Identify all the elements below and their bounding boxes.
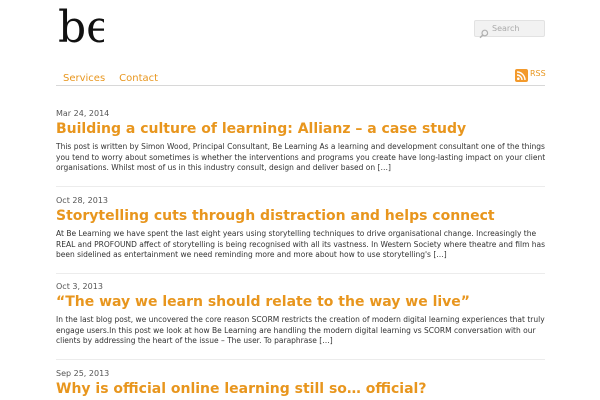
post-date: Mar 24, 2014 [56, 109, 110, 118]
rss-link[interactable]: RSS [515, 67, 546, 82]
post-date: Oct 3, 2013 [56, 282, 103, 291]
post-item: Oct 28, 2013 Storytelling cuts through d… [56, 196, 548, 274]
post-title-link[interactable]: “The way we learn should relate to the w… [56, 294, 548, 311]
post-divider [56, 358, 545, 360]
post-excerpt: In the last blog post, we uncovered the … [56, 315, 545, 345]
main-nav: Services Contact [56, 73, 165, 84]
post-item: Oct 3, 2013 “The way we learn should rel… [56, 282, 548, 360]
nav-divider [56, 85, 545, 86]
post-date: Oct 28, 2013 [56, 196, 108, 205]
post-divider [56, 272, 545, 274]
post-excerpt: This post is written by Simon Wood, Prin… [56, 142, 546, 172]
post-title-link[interactable]: Building a culture of learning: Allianz … [56, 121, 548, 138]
nav-item-contact[interactable]: Contact [119, 73, 158, 84]
search-box[interactable] [474, 20, 545, 39]
post-item: Sep 25, 2013 Why is official online lear… [56, 369, 548, 398]
rss-icon [515, 67, 528, 82]
rss-label[interactable]: RSS [530, 69, 546, 78]
post-title-link[interactable]: Why is official online learning still so… [56, 381, 548, 398]
post-item: Mar 24, 2014 Building a culture of learn… [56, 109, 548, 187]
post-title-link[interactable]: Storytelling cuts through distraction an… [56, 208, 548, 225]
be-logo[interactable]: be [58, 2, 104, 48]
search-icon [479, 24, 489, 39]
nav-item-services[interactable]: Services [63, 73, 105, 84]
logo-text: be [58, 2, 104, 48]
search-input[interactable] [490, 21, 544, 36]
post-date: Sep 25, 2013 [56, 369, 110, 378]
post-divider [56, 185, 545, 187]
post-excerpt: At Be Learning we have spent the last ei… [56, 229, 546, 259]
